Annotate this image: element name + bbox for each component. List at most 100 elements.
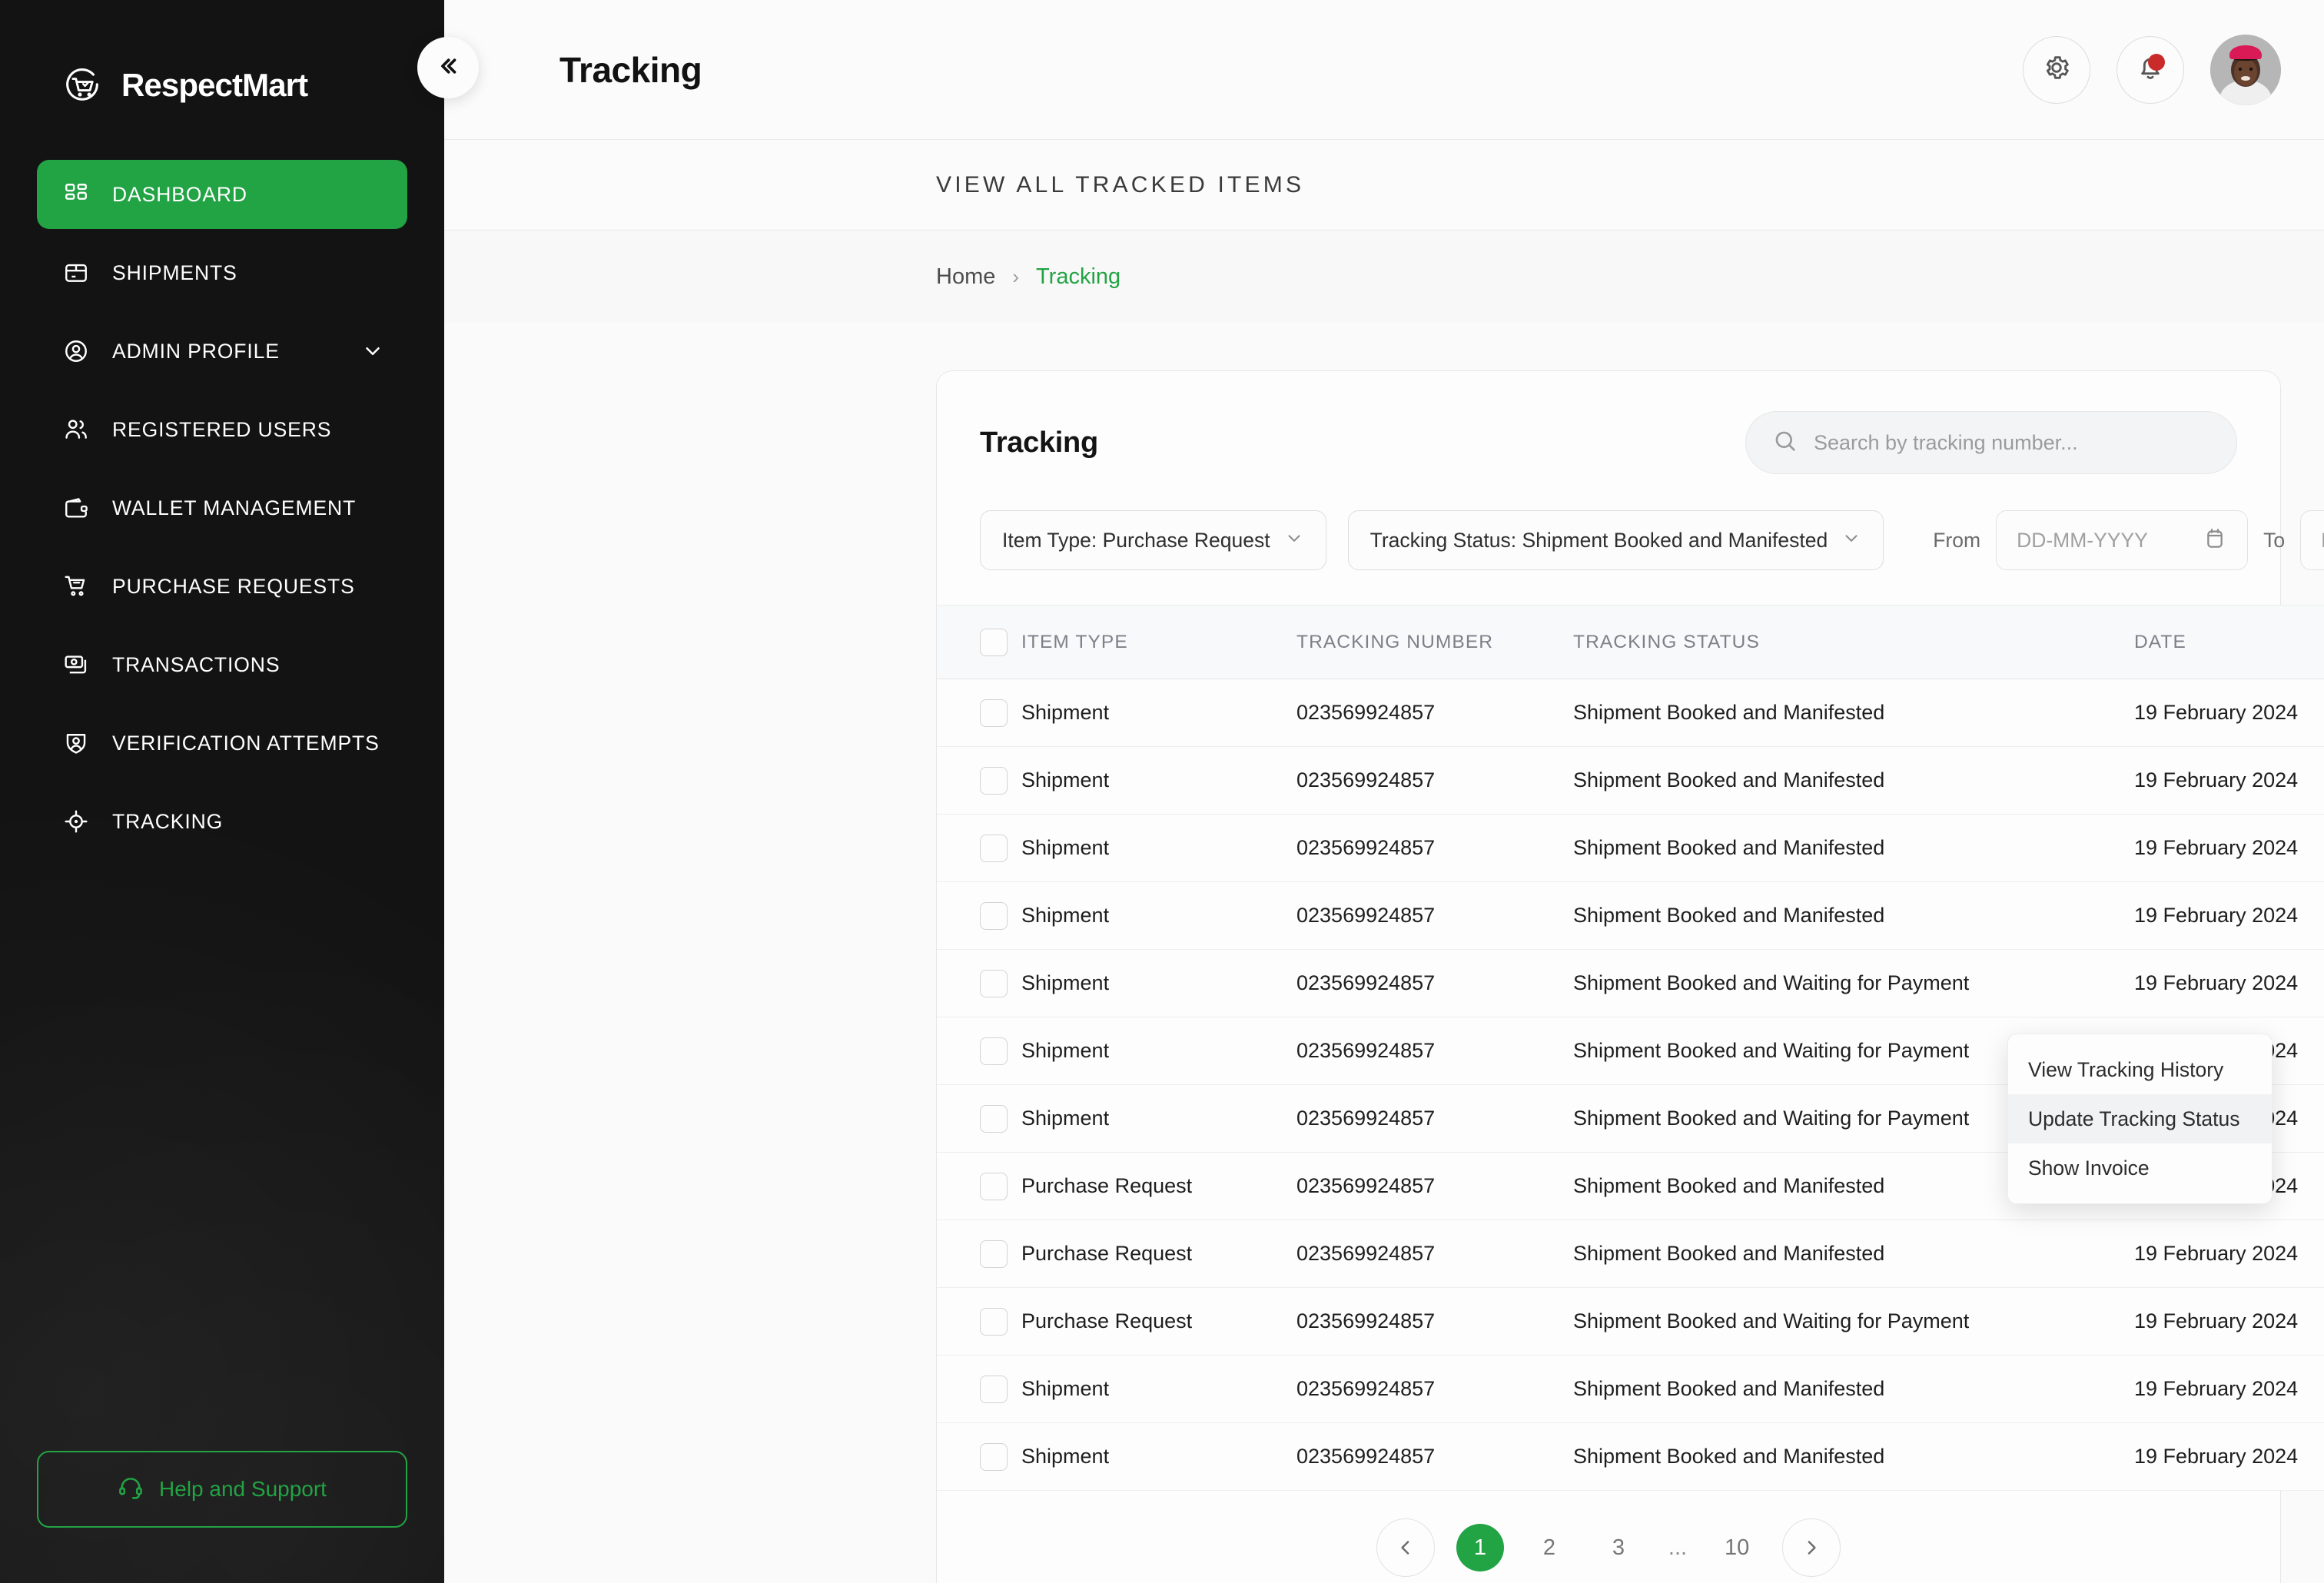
table-row[interactable]: Shipment 023569924857 Shipment Booked and …	[937, 1422, 2324, 1491]
sidebar-item-shipments[interactable]: SHIPMENTS	[37, 238, 407, 307]
row-checkbox[interactable]	[980, 1240, 1008, 1268]
from-date-placeholder: DD-MM-YYYY	[2017, 528, 2148, 552]
cell-date: 19 February 2024	[2134, 814, 2324, 882]
search-box[interactable]	[1745, 411, 2237, 474]
sidebar-nav: DASHBOARD SHIPMENTS ADMIN PROFILE REGIST…	[0, 160, 444, 856]
row-checkbox[interactable]	[980, 834, 1008, 862]
table-row[interactable]: Shipment 023569924857 Shipment Booked and …	[937, 679, 2324, 747]
row-select-cell	[937, 1084, 1021, 1153]
row-checkbox[interactable]	[980, 1104, 1008, 1133]
table-row[interactable]: Purchase Request 023569924857 Shipment Boo…	[937, 1220, 2324, 1288]
cell-date: 19 February 2024	[2134, 1355, 2324, 1423]
row-checkbox[interactable]	[980, 1037, 1008, 1065]
row-checkbox[interactable]	[980, 1307, 1008, 1336]
row-select-cell	[937, 1287, 1021, 1356]
table-row[interactable]: Shipment 023569924857 Shipment Booked and …	[937, 814, 2324, 882]
table-row[interactable]: Shipment 023569924857 Shipment Booked and …	[937, 1355, 2324, 1423]
row-checkbox[interactable]	[980, 699, 1008, 727]
headset-icon	[118, 1475, 144, 1505]
cell-tracking-number: 023569924857	[1296, 881, 1573, 950]
section-header: VIEW ALL TRACKED ITEMS	[444, 140, 2324, 231]
pagination-prev-button[interactable]	[1376, 1518, 1435, 1577]
cell-tracking-number: 023569924857	[1296, 1355, 1573, 1423]
cell-item-type: Shipment	[1021, 1355, 1296, 1423]
settings-button[interactable]	[2023, 35, 2090, 104]
cell-tracking-number: 023569924857	[1296, 1220, 1573, 1288]
breadcrumb-current[interactable]: Tracking	[1036, 264, 1120, 290]
box-package-icon	[60, 257, 92, 289]
sidebar-item-wallet-management[interactable]: WALLET MANAGEMENT	[37, 473, 407, 543]
menu-item-update-tracking-status[interactable]: Update Tracking Status	[2008, 1094, 2272, 1143]
sidebar-item-label: REGISTERED USERS	[112, 417, 332, 441]
select-all-checkbox[interactable]	[980, 628, 1008, 656]
cell-tracking-status: Shipment Booked and Manifested	[1573, 881, 2134, 950]
sidebar-item-purchase-requests[interactable]: PURCHASE REQUESTS	[37, 552, 407, 621]
item-type-select[interactable]: Item Type: Purchase Request	[980, 510, 1326, 570]
cell-item-type: Shipment	[1021, 881, 1296, 950]
sidebar-item-verification-attempts[interactable]: VERIFICATION ATTEMPTS	[37, 709, 407, 778]
cell-item-type: Purchase Request	[1021, 1287, 1296, 1356]
sidebar-item-admin-profile[interactable]: ADMIN PROFILE	[37, 317, 407, 386]
to-date-input[interactable]: DD-MM-YYYY	[2300, 510, 2324, 570]
card-title: Tracking	[980, 426, 1098, 459]
sidebar-item-tracking[interactable]: TRACKING	[37, 787, 407, 856]
row-checkbox[interactable]	[980, 1172, 1008, 1200]
table-row[interactable]: Shipment 023569924857 Shipment Booked and …	[937, 746, 2324, 815]
help-and-support-button[interactable]: Help and Support	[37, 1451, 407, 1528]
menu-item-show-invoice[interactable]: Show Invoice	[2008, 1143, 2272, 1193]
pagination-ellipsis: ...	[1668, 1535, 1688, 1560]
avatar[interactable]	[2210, 34, 2281, 105]
breadcrumb-home[interactable]: Home	[936, 264, 995, 290]
sidebar-item-dashboard[interactable]: DASHBOARD	[37, 160, 407, 229]
breadcrumb: Home › Tracking	[444, 231, 2324, 323]
chevron-down-icon[interactable]	[361, 340, 384, 363]
sidebar-collapse-button[interactable]	[417, 37, 479, 98]
from-date-input[interactable]: DD-MM-YYYY	[1996, 510, 2249, 570]
content-area: Tracking Item Type: Purchase Request	[444, 323, 2324, 1583]
pagination-page-10[interactable]: 10	[1713, 1524, 1761, 1571]
cell-item-type: Shipment	[1021, 1017, 1296, 1085]
sidebar-item-registered-users[interactable]: REGISTERED USERS	[37, 395, 407, 464]
row-checkbox[interactable]	[980, 1442, 1008, 1471]
table-row[interactable]: Shipment 023569924857 Shipment Booked and …	[937, 881, 2324, 950]
shield-user-icon	[60, 727, 92, 759]
notifications-button[interactable]	[2116, 35, 2184, 104]
pagination-page-1[interactable]: 1	[1456, 1524, 1504, 1571]
table-row[interactable]: Shipment 023569924857 Shipment Booked and …	[937, 949, 2324, 1017]
sidebar-item-transactions[interactable]: TRANSACTIONS	[37, 630, 407, 699]
to-label: To	[2263, 528, 2286, 552]
row-checkbox[interactable]	[980, 901, 1008, 930]
tracking-card: Tracking Item Type: Purchase Request	[936, 370, 2324, 1583]
pagination-page-3[interactable]: 3	[1595, 1524, 1642, 1571]
pagination-next-button[interactable]	[1782, 1518, 1841, 1577]
row-select-cell	[937, 746, 1021, 815]
cell-tracking-number: 023569924857	[1296, 1017, 1573, 1085]
double-chevron-left-icon	[435, 53, 461, 83]
menu-item-view-tracking-history[interactable]: View Tracking History	[2008, 1045, 2272, 1094]
tracking-status-select[interactable]: Tracking Status: Shipment Booked and Man…	[1347, 510, 1884, 570]
search-input[interactable]	[1814, 430, 2210, 455]
row-checkbox[interactable]	[980, 766, 1008, 795]
row-checkbox[interactable]	[980, 1375, 1008, 1403]
column-header-date: DATE	[2134, 605, 2324, 679]
action-context-menu: View Tracking History Update Tracking St…	[2007, 1034, 2273, 1204]
row-select-cell	[937, 679, 1021, 747]
table-row[interactable]: Purchase Request 023569924857 Shipment Boo…	[937, 1287, 2324, 1356]
row-checkbox[interactable]	[980, 969, 1008, 997]
breadcrumb-separator: ›	[1012, 264, 1020, 288]
sidebar: RespectMart DASHBOARD SHIPMENTS ADMIN PR…	[0, 0, 444, 1583]
section-title: VIEW ALL TRACKED ITEMS	[936, 171, 1305, 197]
calendar-icon[interactable]	[2203, 526, 2227, 555]
pagination-page-2[interactable]: 2	[1526, 1524, 1573, 1571]
row-select-cell	[937, 1017, 1021, 1085]
brand-logo-area[interactable]: RespectMart	[0, 0, 444, 123]
row-select-cell	[937, 1422, 1021, 1491]
dashboard-grid-icon	[60, 178, 92, 211]
banknotes-icon	[60, 649, 92, 681]
row-select-cell	[937, 1355, 1021, 1423]
tracking-status-select-label: Tracking Status: Shipment Booked and Man…	[1370, 528, 1828, 552]
column-header-tracking-number: TRACKING NUMBER	[1296, 605, 1573, 679]
table-head: ITEM TYPE TRACKING NUMBER TRACKING STATU…	[937, 605, 2324, 679]
shopping-cart-circle-logo-icon	[60, 63, 105, 108]
cell-tracking-status: Shipment Booked and Manifested	[1573, 679, 2134, 747]
